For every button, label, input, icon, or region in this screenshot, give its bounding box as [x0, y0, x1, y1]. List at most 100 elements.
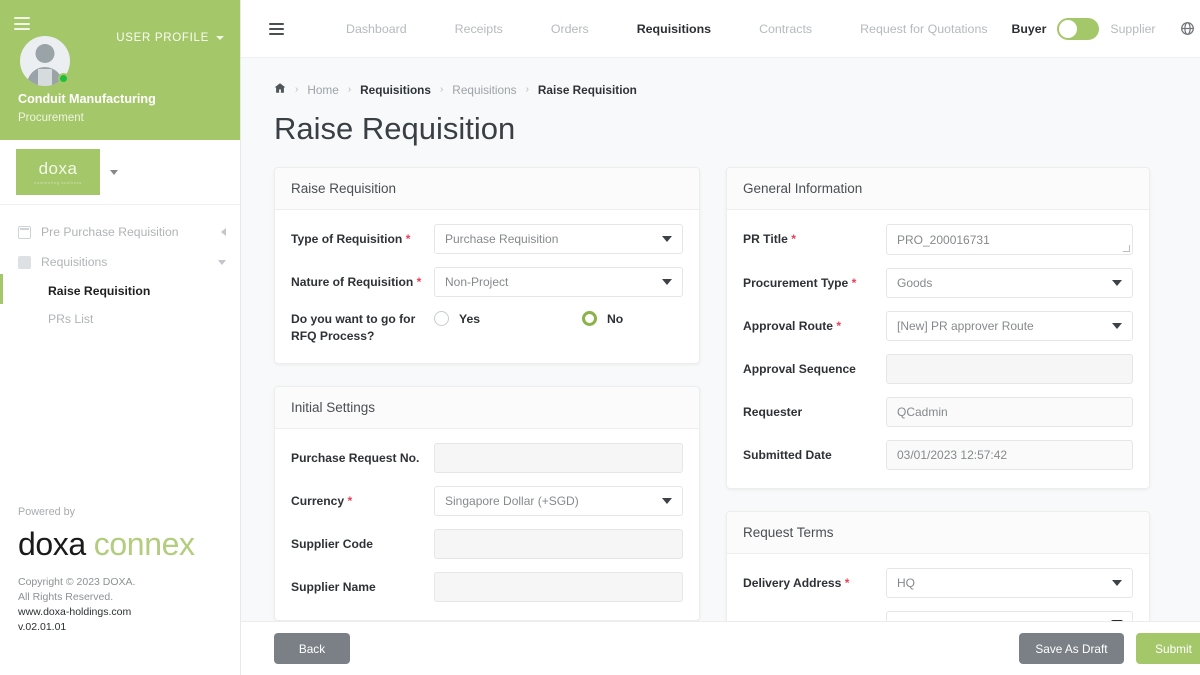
select-procurement-type[interactable]: Goods — [886, 268, 1133, 298]
logo-doxa-text: doxa — [18, 526, 86, 563]
breadcrumb-item-requisitions-sub[interactable]: Requisitions — [452, 83, 516, 97]
select-delivery-address[interactable]: HQ — [886, 568, 1133, 598]
field-pr-title: PR Title * PRO_200016731 — [743, 224, 1133, 255]
input-purchase-request-no[interactable] — [434, 443, 683, 473]
website-link[interactable]: www.doxa-holdings.com — [18, 605, 233, 620]
label-type-of-requisition: Type of Requisition * — [291, 231, 434, 248]
resize-handle-icon[interactable] — [1123, 245, 1130, 252]
user-profile-dropdown[interactable]: USER PROFILE — [116, 32, 224, 44]
globe-icon[interactable] — [1180, 21, 1195, 36]
breadcrumb: › Home › Requisitions › Requisitions › R… — [241, 58, 1200, 97]
field-currency: Currency * Singapore Dollar (+SGD) — [291, 486, 683, 516]
chevron-down-icon — [1112, 580, 1122, 586]
grid-icon — [18, 256, 31, 269]
breadcrumb-item-raise-requisition: Raise Requisition — [538, 83, 637, 97]
field-rfq-process: Do you want to go for RFQ Process? Yes N… — [291, 310, 683, 345]
doxa-logo: doxa connecting business — [16, 149, 100, 195]
breadcrumb-separator: › — [440, 84, 443, 95]
brand-chevron-down-icon[interactable] — [110, 170, 118, 175]
action-bar-right: Save As Draft Submit — [1019, 633, 1200, 664]
sidebar-item-raise-requisition[interactable]: Raise Requisition — [0, 277, 240, 305]
sidebar-hamburger-icon[interactable] — [14, 17, 30, 30]
label-approval-sequence: Approval Sequence — [743, 361, 886, 378]
chevron-down-icon — [218, 260, 226, 265]
required-asterisk: * — [852, 276, 857, 290]
required-asterisk: * — [836, 319, 841, 333]
field-delivery-address: Delivery Address * HQ — [743, 568, 1133, 598]
buyer-supplier-toggle[interactable] — [1057, 18, 1099, 40]
label-procurement-type: Procurement Type * — [743, 275, 886, 292]
required-asterisk: * — [417, 275, 422, 289]
label-text: PR Title — [743, 232, 788, 246]
breadcrumb-item-requisitions[interactable]: Requisitions — [360, 83, 431, 97]
card-raise-requisition: Raise Requisition Type of Requisition * … — [274, 167, 700, 364]
required-asterisk: * — [791, 232, 796, 246]
home-icon[interactable] — [274, 82, 286, 97]
input-supplier-name[interactable] — [434, 572, 683, 602]
input-delivery-date[interactable]: 03/01/2023 — [886, 611, 1133, 621]
label-purchase-request-no: Purchase Request No. — [291, 450, 434, 467]
field-delivery-date: Delivery Date * 03/01/2023 — [743, 611, 1133, 621]
textarea-pr-title[interactable]: PRO_200016731 — [886, 224, 1133, 255]
label-text: Procurement Type — [743, 276, 848, 290]
topbar-right-controls: Buyer Supplier — [1012, 18, 1200, 40]
chevron-down-icon — [1112, 280, 1122, 286]
radio-option-no[interactable]: No — [582, 311, 623, 326]
input-supplier-code[interactable] — [434, 529, 683, 559]
card-title-request-terms: Request Terms — [727, 512, 1149, 554]
input-submitted-date: 03/01/2023 12:57:42 — [886, 440, 1133, 470]
card-title-initial-settings: Initial Settings — [275, 387, 699, 429]
input-requester: QCadmin — [886, 397, 1133, 427]
card-initial-settings: Initial Settings Purchase Request No. Cu… — [274, 386, 700, 621]
required-asterisk: * — [347, 494, 352, 508]
sidebar-footer: Powered by doxa connex Copyright © 2023 … — [18, 506, 233, 635]
label-nature-of-requisition: Nature of Requisition * — [291, 274, 434, 291]
left-column: Raise Requisition Type of Requisition * … — [274, 167, 700, 621]
select-approval-route[interactable]: [New] PR approver Route — [886, 311, 1133, 341]
logo-connex-text: connex — [94, 526, 195, 563]
radio-circle-selected-icon — [582, 311, 597, 326]
field-requester: Requester QCadmin — [743, 397, 1133, 427]
card-title-raise-requisition: Raise Requisition — [275, 168, 699, 210]
back-button[interactable]: Back — [274, 633, 350, 664]
sidebar-item-label: Requisitions — [41, 255, 208, 269]
doxa-logo-text: doxa — [39, 159, 78, 179]
sidebar-item-prs-list[interactable]: PRs List — [0, 305, 240, 333]
select-nature-of-requisition[interactable]: Non-Project — [434, 267, 683, 297]
label-supplier-name: Supplier Name — [291, 579, 434, 596]
tab-requisitions[interactable]: Requisitions — [613, 22, 735, 36]
submit-button[interactable]: Submit — [1136, 633, 1200, 664]
radio-group-rfq-process: Yes No — [434, 310, 683, 326]
radio-label-yes: Yes — [459, 312, 480, 326]
sidebar-brand-row[interactable]: doxa connecting business — [0, 140, 240, 205]
organization-department: Procurement — [18, 112, 84, 124]
tab-request-for-quotations[interactable]: Request for Quotations — [836, 22, 1011, 36]
sidebar-item-requisitions[interactable]: Requisitions — [0, 247, 240, 277]
radio-option-yes[interactable]: Yes — [434, 311, 582, 326]
breadcrumb-item-home[interactable]: Home — [307, 83, 338, 97]
sidebar-item-pre-purchase-requisition[interactable]: Pre Purchase Requisition — [0, 217, 240, 247]
save-as-draft-button[interactable]: Save As Draft — [1019, 633, 1123, 664]
tab-orders[interactable]: Orders — [527, 22, 613, 36]
organization-name: Conduit Manufacturing — [18, 92, 156, 106]
main-area: Dashboard Receipts Orders Requisitions C… — [241, 0, 1200, 675]
toggle-knob — [1059, 20, 1077, 38]
label-submitted-date: Submitted Date — [743, 447, 886, 464]
card-request-terms: Request Terms Delivery Address * HQ — [726, 511, 1150, 621]
powered-by-label: Powered by — [18, 506, 233, 518]
tab-receipts[interactable]: Receipts — [431, 22, 527, 36]
tab-contracts[interactable]: Contracts — [735, 22, 836, 36]
field-approval-sequence: Approval Sequence — [743, 354, 1133, 384]
select-type-of-requisition[interactable]: Purchase Requisition — [434, 224, 683, 254]
input-approval-sequence[interactable] — [886, 354, 1133, 384]
tab-dashboard[interactable]: Dashboard — [322, 22, 431, 36]
field-nature-of-requisition: Nature of Requisition * Non-Project — [291, 267, 683, 297]
right-column: General Information PR Title * PRO_20001… — [726, 167, 1150, 621]
copyright-text: Copyright © 2023 DOXA. — [18, 575, 233, 590]
label-approval-route: Approval Route * — [743, 318, 886, 335]
avatar[interactable] — [20, 36, 70, 86]
select-currency[interactable]: Singapore Dollar (+SGD) — [434, 486, 683, 516]
breadcrumb-separator: › — [348, 84, 351, 95]
topbar-hamburger-icon[interactable] — [269, 23, 284, 35]
required-asterisk: * — [406, 232, 411, 246]
